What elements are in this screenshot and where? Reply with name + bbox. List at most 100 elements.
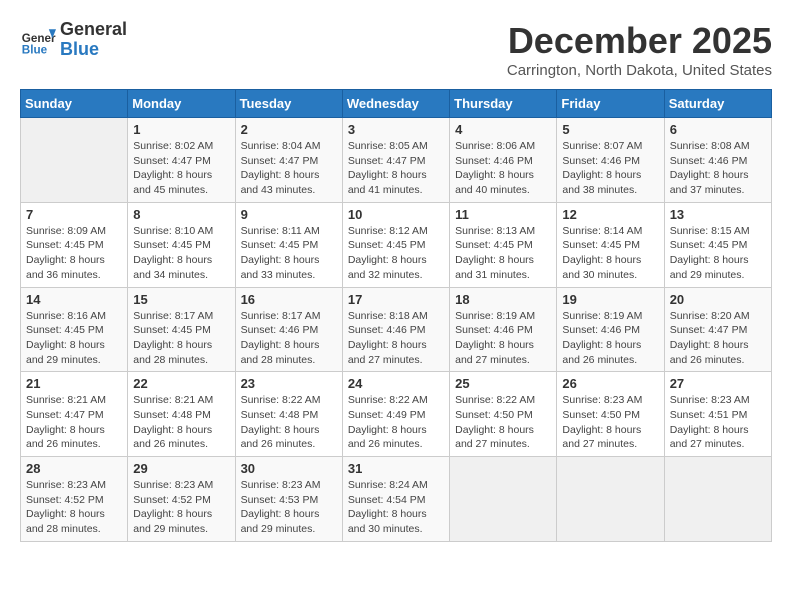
day-number: 28 xyxy=(26,461,122,476)
day-info: Sunrise: 8:22 AM Sunset: 4:50 PM Dayligh… xyxy=(455,393,551,452)
day-number: 29 xyxy=(133,461,229,476)
day-number: 17 xyxy=(348,292,444,307)
calendar-cell: 14 Sunrise: 8:16 AM Sunset: 4:45 PM Dayli… xyxy=(21,287,128,372)
calendar-cell: 19 Sunrise: 8:19 AM Sunset: 4:46 PM Dayli… xyxy=(557,287,664,372)
day-info: Sunrise: 8:23 AM Sunset: 4:51 PM Dayligh… xyxy=(670,393,766,452)
day-number: 2 xyxy=(241,122,337,137)
day-number: 10 xyxy=(348,207,444,222)
day-info: Sunrise: 8:04 AM Sunset: 4:47 PM Dayligh… xyxy=(241,139,337,198)
day-number: 6 xyxy=(670,122,766,137)
calendar-cell: 25 Sunrise: 8:22 AM Sunset: 4:50 PM Dayli… xyxy=(450,372,557,457)
weekday-header-saturday: Saturday xyxy=(664,90,771,118)
day-info: Sunrise: 8:17 AM Sunset: 4:45 PM Dayligh… xyxy=(133,309,229,368)
day-number: 19 xyxy=(562,292,658,307)
day-info: Sunrise: 8:16 AM Sunset: 4:45 PM Dayligh… xyxy=(26,309,122,368)
day-info: Sunrise: 8:21 AM Sunset: 4:47 PM Dayligh… xyxy=(26,393,122,452)
day-number: 23 xyxy=(241,376,337,391)
day-info: Sunrise: 8:05 AM Sunset: 4:47 PM Dayligh… xyxy=(348,139,444,198)
calendar-cell: 30Sunrise: 8:23 AM Sunset: 4:53 PM Dayli… xyxy=(235,457,342,542)
calendar-week-2: 7 Sunrise: 8:09 AM Sunset: 4:45 PM Daylig… xyxy=(21,202,772,287)
day-info: Sunrise: 8:06 AM Sunset: 4:46 PM Dayligh… xyxy=(455,139,551,198)
day-number: 8 xyxy=(133,207,229,222)
calendar-cell: 23 Sunrise: 8:22 AM Sunset: 4:48 PM Dayli… xyxy=(235,372,342,457)
month-title: December 2025 xyxy=(507,20,772,62)
calendar-cell xyxy=(557,457,664,542)
day-info: Sunrise: 8:22 AM Sunset: 4:49 PM Dayligh… xyxy=(348,393,444,452)
day-info: Sunrise: 8:13 AM Sunset: 4:45 PM Dayligh… xyxy=(455,224,551,283)
calendar-header: SundayMondayTuesdayWednesdayThursdayFrid… xyxy=(21,90,772,118)
day-number: 14 xyxy=(26,292,122,307)
calendar-cell: 6Sunrise: 8:08 AM Sunset: 4:46 PM Daylig… xyxy=(664,118,771,203)
day-number: 18 xyxy=(455,292,551,307)
day-number: 11 xyxy=(455,207,551,222)
day-number: 13 xyxy=(670,207,766,222)
day-info: Sunrise: 8:11 AM Sunset: 4:45 PM Dayligh… xyxy=(241,224,337,283)
logo-blue: Blue xyxy=(60,40,127,60)
svg-text:Blue: Blue xyxy=(22,43,48,56)
calendar-cell: 5Sunrise: 8:07 AM Sunset: 4:46 PM Daylig… xyxy=(557,118,664,203)
day-info: Sunrise: 8:19 AM Sunset: 4:46 PM Dayligh… xyxy=(562,309,658,368)
calendar-cell: 21 Sunrise: 8:21 AM Sunset: 4:47 PM Dayli… xyxy=(21,372,128,457)
calendar-cell: 11 Sunrise: 8:13 AM Sunset: 4:45 PM Dayli… xyxy=(450,202,557,287)
day-number: 1 xyxy=(133,122,229,137)
day-info: Sunrise: 8:20 AM Sunset: 4:47 PM Dayligh… xyxy=(670,309,766,368)
day-info: Sunrise: 8:15 AM Sunset: 4:45 PM Dayligh… xyxy=(670,224,766,283)
day-number: 16 xyxy=(241,292,337,307)
weekday-header-thursday: Thursday xyxy=(450,90,557,118)
calendar-cell: 29 Sunrise: 8:23 AM Sunset: 4:52 PM Dayli… xyxy=(128,457,235,542)
calendar-cell xyxy=(450,457,557,542)
day-info: Sunrise: 8:24 AM Sunset: 4:54 PM Dayligh… xyxy=(348,478,444,537)
calendar-cell xyxy=(21,118,128,203)
logo-general: General xyxy=(60,20,127,40)
day-info: Sunrise: 8:18 AM Sunset: 4:46 PM Dayligh… xyxy=(348,309,444,368)
calendar-cell: 10 Sunrise: 8:12 AM Sunset: 4:45 PM Dayli… xyxy=(342,202,449,287)
calendar-cell xyxy=(664,457,771,542)
calendar-cell: 24 Sunrise: 8:22 AM Sunset: 4:49 PM Dayli… xyxy=(342,372,449,457)
calendar-cell: 15Sunrise: 8:17 AM Sunset: 4:45 PM Dayli… xyxy=(128,287,235,372)
day-info: Sunrise: 8:23 AM Sunset: 4:52 PM Dayligh… xyxy=(26,478,122,537)
calendar-body: 1 Sunrise: 8:02 AM Sunset: 4:47 PM Daylig… xyxy=(21,118,772,542)
calendar-week-1: 1 Sunrise: 8:02 AM Sunset: 4:47 PM Daylig… xyxy=(21,118,772,203)
day-number: 20 xyxy=(670,292,766,307)
calendar-cell: 28 Sunrise: 8:23 AM Sunset: 4:52 PM Dayli… xyxy=(21,457,128,542)
day-info: Sunrise: 8:22 AM Sunset: 4:48 PM Dayligh… xyxy=(241,393,337,452)
day-info: Sunrise: 8:14 AM Sunset: 4:45 PM Dayligh… xyxy=(562,224,658,283)
day-info: Sunrise: 8:23 AM Sunset: 4:52 PM Dayligh… xyxy=(133,478,229,537)
day-info: Sunrise: 8:12 AM Sunset: 4:45 PM Dayligh… xyxy=(348,224,444,283)
day-number: 5 xyxy=(562,122,658,137)
calendar-table: SundayMondayTuesdayWednesdayThursdayFrid… xyxy=(20,89,772,542)
calendar-cell: 31 Sunrise: 8:24 AM Sunset: 4:54 PM Dayli… xyxy=(342,457,449,542)
day-number: 31 xyxy=(348,461,444,476)
day-number: 21 xyxy=(26,376,122,391)
day-number: 24 xyxy=(348,376,444,391)
day-number: 7 xyxy=(26,207,122,222)
calendar-cell: 17 Sunrise: 8:18 AM Sunset: 4:46 PM Dayli… xyxy=(342,287,449,372)
calendar-cell: 2 Sunrise: 8:04 AM Sunset: 4:47 PM Daylig… xyxy=(235,118,342,203)
calendar-cell: 22Sunrise: 8:21 AM Sunset: 4:48 PM Dayli… xyxy=(128,372,235,457)
day-info: Sunrise: 8:23 AM Sunset: 4:50 PM Dayligh… xyxy=(562,393,658,452)
day-info: Sunrise: 8:02 AM Sunset: 4:47 PM Dayligh… xyxy=(133,139,229,198)
day-number: 9 xyxy=(241,207,337,222)
day-info: Sunrise: 8:09 AM Sunset: 4:45 PM Dayligh… xyxy=(26,224,122,283)
day-number: 3 xyxy=(348,122,444,137)
day-number: 30 xyxy=(241,461,337,476)
calendar-cell: 27 Sunrise: 8:23 AM Sunset: 4:51 PM Dayli… xyxy=(664,372,771,457)
day-number: 25 xyxy=(455,376,551,391)
location: Carrington, North Dakota, United States xyxy=(507,62,772,79)
day-number: 4 xyxy=(455,122,551,137)
calendar-cell: 1 Sunrise: 8:02 AM Sunset: 4:47 PM Daylig… xyxy=(128,118,235,203)
calendar-cell: 4 Sunrise: 8:06 AM Sunset: 4:46 PM Daylig… xyxy=(450,118,557,203)
day-info: Sunrise: 8:19 AM Sunset: 4:46 PM Dayligh… xyxy=(455,309,551,368)
calendar-cell: 7 Sunrise: 8:09 AM Sunset: 4:45 PM Daylig… xyxy=(21,202,128,287)
weekday-header-sunday: Sunday xyxy=(21,90,128,118)
weekday-header-wednesday: Wednesday xyxy=(342,90,449,118)
calendar-cell: 9 Sunrise: 8:11 AM Sunset: 4:45 PM Daylig… xyxy=(235,202,342,287)
logo: General Blue General Blue xyxy=(20,20,127,60)
weekday-header-friday: Friday xyxy=(557,90,664,118)
weekday-header-monday: Monday xyxy=(128,90,235,118)
calendar-cell: 13 Sunrise: 8:15 AM Sunset: 4:45 PM Dayli… xyxy=(664,202,771,287)
title-block: December 2025 Carrington, North Dakota, … xyxy=(507,20,772,79)
day-info: Sunrise: 8:21 AM Sunset: 4:48 PM Dayligh… xyxy=(133,393,229,452)
day-number: 27 xyxy=(670,376,766,391)
day-number: 26 xyxy=(562,376,658,391)
